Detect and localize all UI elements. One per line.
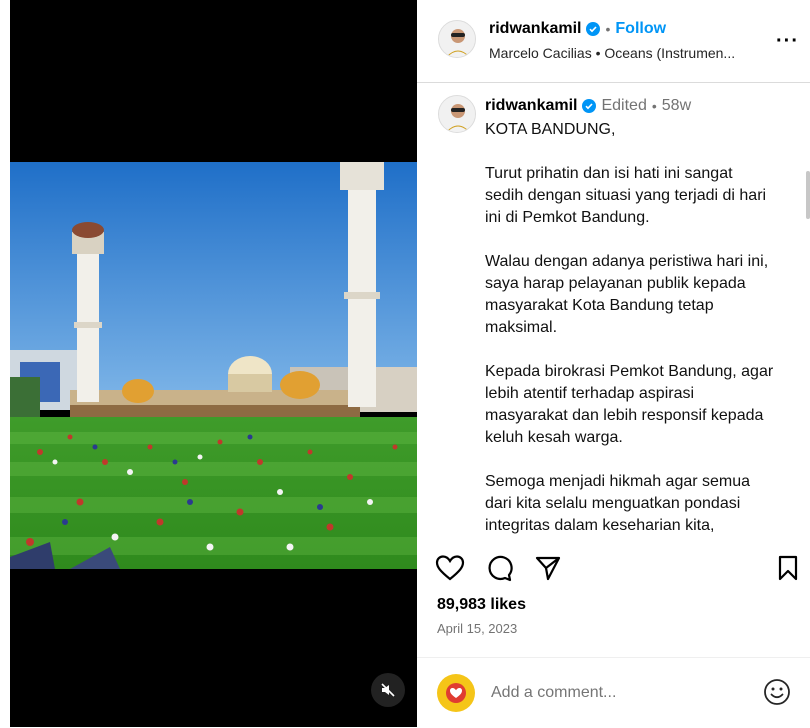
post-age[interactable]: 58w <box>662 97 691 115</box>
comment-bar <box>417 657 810 728</box>
caption-avatar[interactable] <box>438 95 476 133</box>
share-icon[interactable] <box>534 554 562 582</box>
verified-badge-icon <box>586 22 601 36</box>
heart-icon[interactable] <box>435 554 465 582</box>
caption-header: ridwankamil Edited • 58w <box>485 97 691 115</box>
caption-section: ridwankamil Edited • 58w KOTA BANDUNG, T… <box>417 83 810 543</box>
post-media <box>10 0 417 727</box>
avatar-image <box>439 96 475 132</box>
caption-paragraph: Semoga menjadi hikmah agar semua dari ki… <box>485 473 751 534</box>
header-title-row: ridwankamil • Follow <box>489 20 666 38</box>
emoji-icon[interactable] <box>763 678 791 706</box>
viewer-avatar <box>437 674 475 712</box>
caption-paragraph: Walau dengan adanya peristiwa hari ini, … <box>485 253 769 336</box>
heart-badge-icon <box>446 683 466 703</box>
comment-icon[interactable] <box>485 554 513 582</box>
bookmark-icon[interactable] <box>777 554 799 582</box>
separator: • <box>651 98 657 114</box>
speaker-muted-icon <box>381 683 395 697</box>
verified-badge-icon <box>582 99 597 113</box>
caption-paragraph: Kepada birokrasi Pemkot Bandung, agar le… <box>485 363 774 446</box>
separator: • <box>605 21 611 37</box>
comment-input[interactable] <box>491 680 741 706</box>
audio-track[interactable]: Marcelo Cacilias • Oceans (Instrumen... <box>489 45 735 61</box>
avatar-image <box>439 21 475 57</box>
caption-scrollbar[interactable] <box>806 171 810 219</box>
post-header: ridwankamil • Follow Marcelo Cacilias • … <box>417 0 810 83</box>
follow-button[interactable]: Follow <box>615 20 666 38</box>
caption-username[interactable]: ridwankamil <box>485 97 577 115</box>
mute-button[interactable] <box>371 673 405 707</box>
mosque-photo <box>10 162 417 569</box>
more-options-button[interactable]: ··· <box>776 30 799 53</box>
author-username[interactable]: ridwankamil <box>489 20 581 38</box>
author-avatar[interactable] <box>438 20 476 58</box>
caption-line: KOTA BANDUNG, <box>485 121 616 138</box>
edited-label: Edited <box>601 97 647 114</box>
post-side-panel: ridwankamil • Follow Marcelo Cacilias • … <box>417 0 810 727</box>
caption-text: KOTA BANDUNG, Turut prihatin dan isi hat… <box>485 119 775 543</box>
caption-paragraph: Turut prihatin dan isi hati ini sangat s… <box>485 165 767 226</box>
post-photo[interactable] <box>10 162 417 569</box>
post-date[interactable]: April 15, 2023 <box>437 621 517 636</box>
likes-count[interactable]: 89,983 likes <box>437 596 526 614</box>
post-actions <box>417 548 810 592</box>
